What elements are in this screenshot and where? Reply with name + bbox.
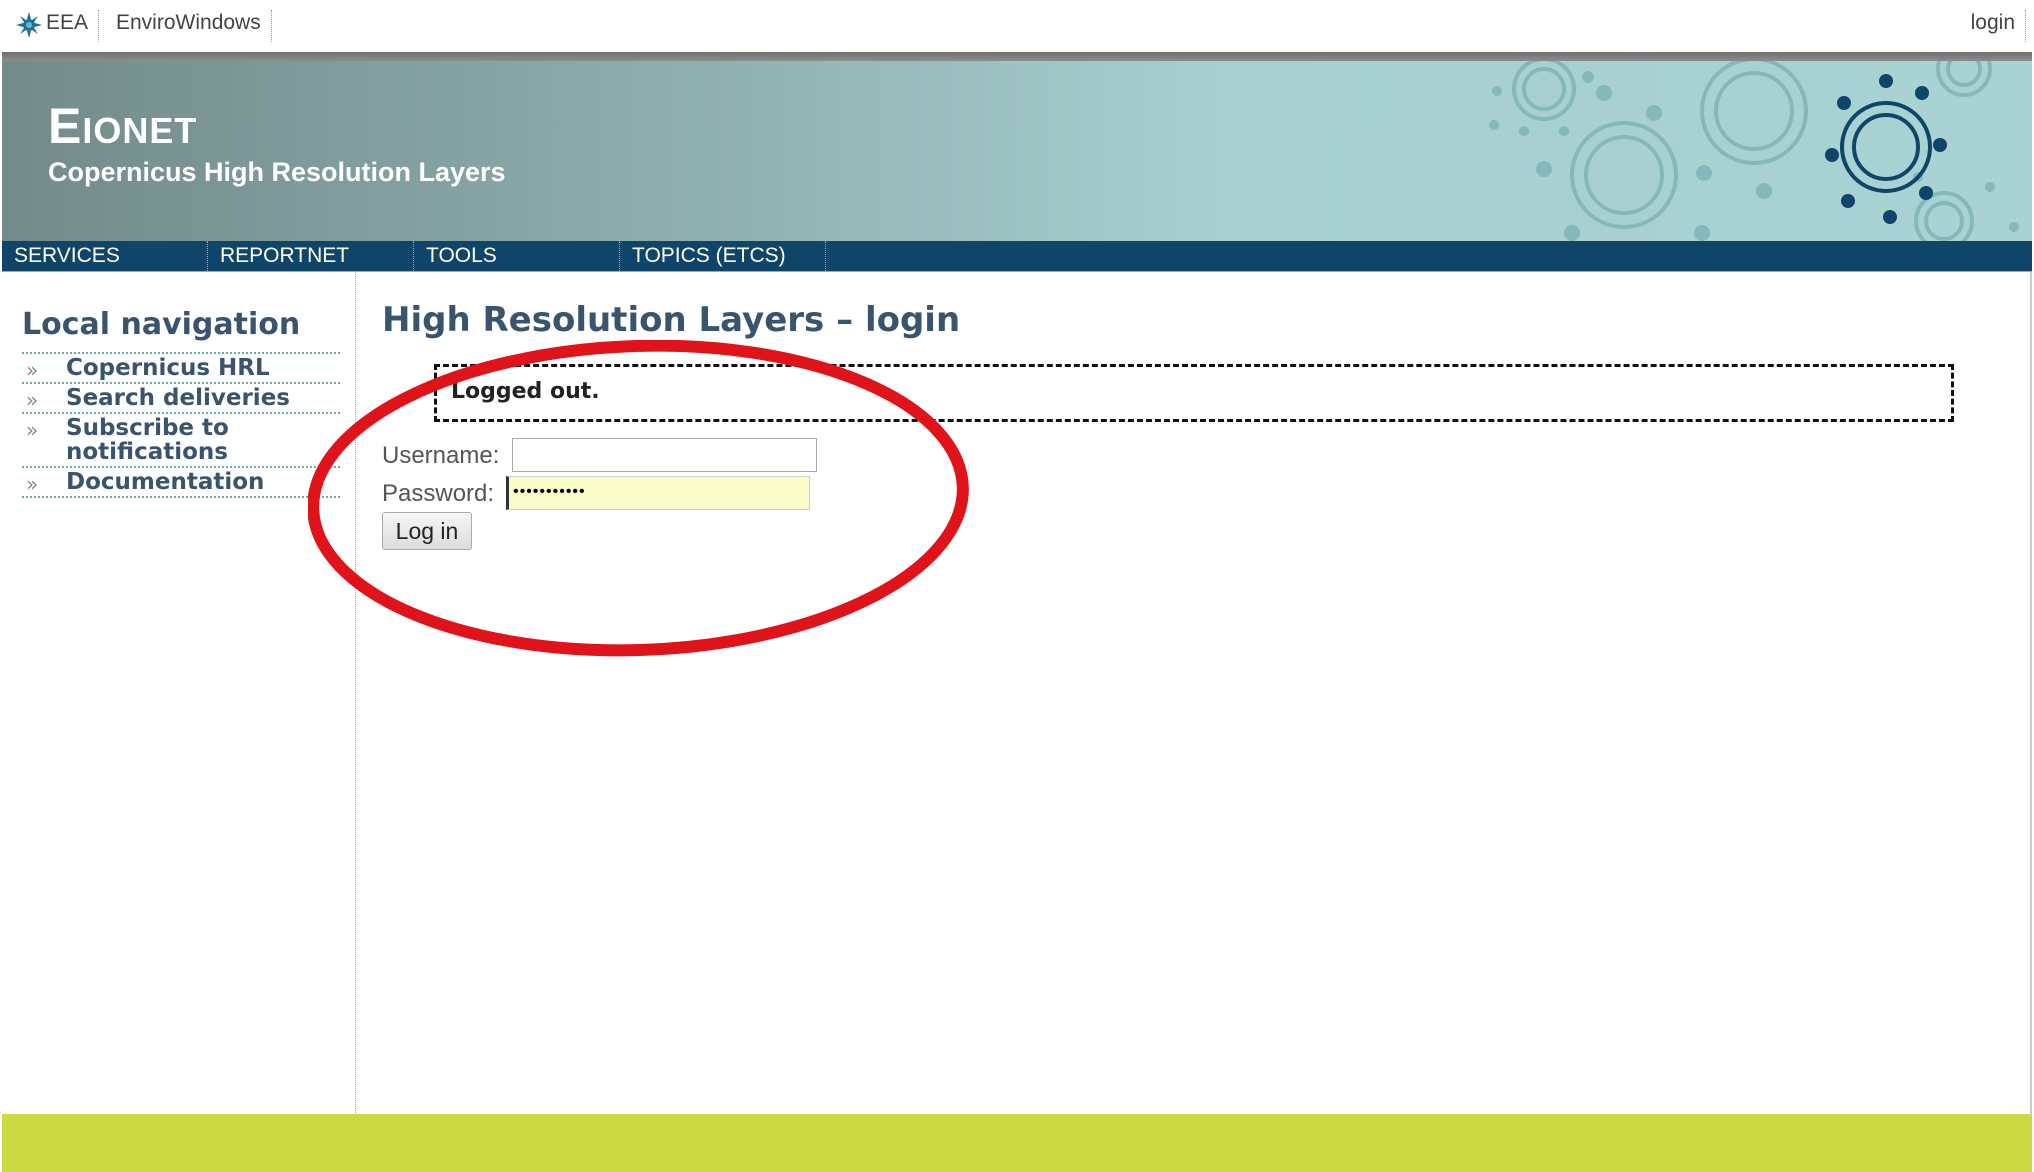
- sidebar-item-label: Search deliveries: [66, 385, 290, 411]
- nav-reportnet[interactable]: REPORTNET: [208, 241, 414, 271]
- sidebar-item-documentation[interactable]: » Documentation: [22, 468, 340, 498]
- top-bar: EEA EnviroWindows login: [2, 0, 2032, 52]
- site-header: EIONET Copernicus High Resolution Layers: [2, 61, 2032, 241]
- bullet-icon: »: [26, 472, 39, 496]
- main-navigation: SERVICES REPORTNET TOOLS TOPICS (ETCS): [2, 241, 2032, 272]
- sidebar-item-search-deliveries[interactable]: » Search deliveries: [22, 384, 340, 414]
- local-navigation-title: Local navigation: [22, 307, 301, 342]
- footer-bar: [2, 1114, 2032, 1172]
- eea-link[interactable]: EEA: [36, 10, 100, 42]
- bullet-icon: »: [26, 388, 39, 412]
- sidebar-item-label: Documentation: [66, 469, 265, 495]
- sidebar: Local navigation » Copernicus HRL » Search…: [2, 272, 356, 1115]
- site-title-rest: IONET: [82, 110, 198, 151]
- header-decoration-icon: [1489, 61, 2019, 241]
- sidebar-item-label: Copernicus HRL: [66, 355, 270, 381]
- envirowindows-link[interactable]: EnviroWindows: [106, 10, 272, 42]
- site-title-first: E: [48, 98, 83, 154]
- login-link[interactable]: login: [1961, 10, 2026, 42]
- sidebar-item-label: Subscribe to notifications: [66, 415, 229, 465]
- local-navigation-list: » Copernicus HRL » Search deliveries » Subs…: [22, 352, 340, 498]
- site-title[interactable]: EIONET: [48, 97, 197, 155]
- nav-topics[interactable]: TOPICS (ETCS): [620, 241, 826, 271]
- sidebar-item-copernicus-hrl[interactable]: » Copernicus HRL: [22, 354, 340, 384]
- annotation-ellipse-icon: [308, 340, 969, 657]
- header-divider: [2, 52, 2032, 61]
- bullet-icon: »: [26, 358, 39, 382]
- bullet-icon: »: [26, 418, 39, 442]
- sidebar-item-subscribe[interactable]: » Subscribe to notifications: [22, 414, 340, 468]
- page-title: High Resolution Layers – login: [382, 300, 961, 340]
- site-subtitle: Copernicus High Resolution Layers: [48, 157, 506, 187]
- nav-tools[interactable]: TOOLS: [414, 241, 620, 271]
- nav-services[interactable]: SERVICES: [2, 241, 208, 271]
